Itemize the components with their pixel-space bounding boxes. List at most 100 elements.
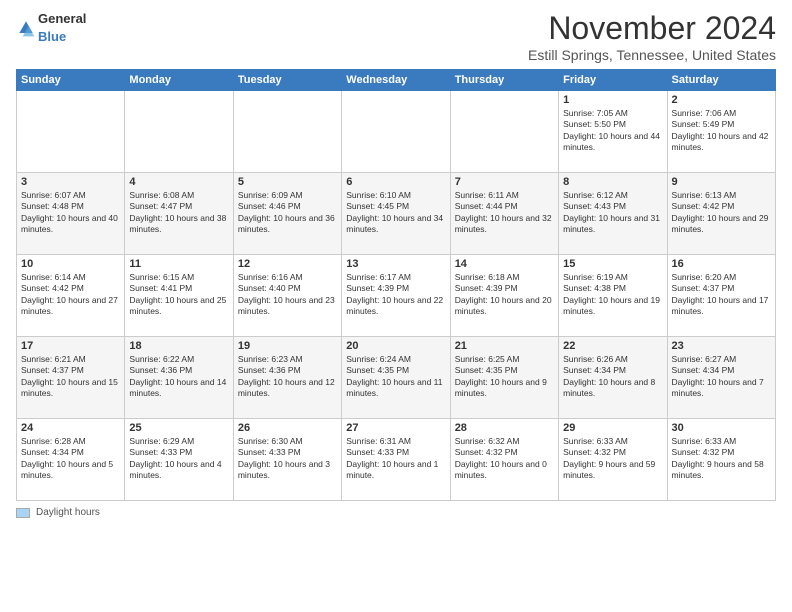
location-title: Estill Springs, Tennessee, United States <box>528 47 776 63</box>
cell-info: Sunrise: 6:21 AM Sunset: 4:37 PM Dayligh… <box>21 354 120 400</box>
calendar-cell: 13 Sunrise: 6:17 AM Sunset: 4:39 PM Dayli… <box>342 255 450 337</box>
calendar-cell <box>233 91 341 173</box>
day-number: 14 <box>455 258 554 270</box>
calendar-cell: 18Sunrise: 6:22 AM Sunset: 4:36 PM Dayli… <box>125 337 233 419</box>
calendar-cell: 25 Sunrise: 6:29 AM Sunset: 4:33 PM Dayli… <box>125 419 233 501</box>
day-number: 7 <box>455 176 554 188</box>
weekday-header-saturday: Saturday <box>667 70 775 91</box>
month-title: November 2024 <box>528 10 776 47</box>
day-number: 28 <box>455 422 554 434</box>
calendar-cell: 21 Sunrise: 6:25 AM Sunset: 4:35 PM Dayli… <box>450 337 558 419</box>
calendar: SundayMondayTuesdayWednesdayThursdayFrid… <box>16 69 776 501</box>
calendar-cell: 7 Sunrise: 6:11 AM Sunset: 4:44 PM Daylig… <box>450 173 558 255</box>
calendar-cell: 6 Sunrise: 6:10 AM Sunset: 4:45 PM Daylig… <box>342 173 450 255</box>
day-number: 18 <box>129 340 228 352</box>
day-number: 1 <box>563 94 662 106</box>
page: General Blue November 2024 Estill Spring… <box>0 0 792 612</box>
calendar-cell: 24 Sunrise: 6:28 AM Sunset: 4:34 PM Dayli… <box>17 419 125 501</box>
cell-info: Sunrise: 6:31 AM Sunset: 4:33 PM Dayligh… <box>346 436 445 482</box>
calendar-body: 1 Sunrise: 7:05 AM Sunset: 5:50 PM Daylig… <box>17 91 776 501</box>
cell-info: Sunrise: 6:28 AM Sunset: 4:34 PM Dayligh… <box>21 436 120 482</box>
cell-info: Sunrise: 7:06 AM Sunset: 5:49 PM Dayligh… <box>672 108 771 154</box>
logo-icon <box>16 18 36 38</box>
day-number: 9 <box>672 176 771 188</box>
calendar-cell: 20Sunrise: 6:24 AM Sunset: 4:35 PM Dayli… <box>342 337 450 419</box>
day-number: 29 <box>563 422 662 434</box>
day-number: 6 <box>346 176 445 188</box>
cell-info: Sunrise: 6:07 AM Sunset: 4:48 PM Dayligh… <box>21 190 120 236</box>
cell-info: Sunrise: 6:14 AM Sunset: 4:42 PM Dayligh… <box>21 272 120 318</box>
cell-info: Sunrise: 6:08 AM Sunset: 4:47 PM Dayligh… <box>129 190 228 236</box>
day-number: 22 <box>563 340 662 352</box>
weekday-header-sunday: Sunday <box>17 70 125 91</box>
logo-general: General <box>38 11 86 26</box>
day-number: 13 <box>346 258 445 270</box>
cell-info: Sunrise: 6:11 AM Sunset: 4:44 PM Dayligh… <box>455 190 554 236</box>
cell-info: Sunrise: 6:32 AM Sunset: 4:32 PM Dayligh… <box>455 436 554 482</box>
logo: General Blue <box>16 10 86 46</box>
day-number: 5 <box>238 176 337 188</box>
weekday-header-monday: Monday <box>125 70 233 91</box>
day-number: 11 <box>129 258 228 270</box>
week-row-5: 24 Sunrise: 6:28 AM Sunset: 4:34 PM Dayli… <box>17 419 776 501</box>
day-number: 16 <box>672 258 771 270</box>
calendar-cell: 2 Sunrise: 7:06 AM Sunset: 5:49 PM Daylig… <box>667 91 775 173</box>
calendar-cell: 1 Sunrise: 7:05 AM Sunset: 5:50 PM Daylig… <box>559 91 667 173</box>
calendar-cell: 12Sunrise: 6:16 AM Sunset: 4:40 PM Dayli… <box>233 255 341 337</box>
cell-info: Sunrise: 6:19 AM Sunset: 4:38 PM Dayligh… <box>563 272 662 318</box>
day-number: 26 <box>238 422 337 434</box>
day-number: 15 <box>563 258 662 270</box>
day-number: 17 <box>21 340 120 352</box>
calendar-cell: 9Sunrise: 6:13 AM Sunset: 4:42 PM Daylig… <box>667 173 775 255</box>
legend-label: Daylight hours <box>36 507 100 518</box>
cell-info: Sunrise: 6:16 AM Sunset: 4:40 PM Dayligh… <box>238 272 337 318</box>
calendar-cell: 29 Sunrise: 6:33 AM Sunset: 4:32 PM Dayli… <box>559 419 667 501</box>
title-block: November 2024 Estill Springs, Tennessee,… <box>528 10 776 63</box>
day-number: 21 <box>455 340 554 352</box>
cell-info: Sunrise: 6:23 AM Sunset: 4:36 PM Dayligh… <box>238 354 337 400</box>
weekday-header-row: SundayMondayTuesdayWednesdayThursdayFrid… <box>17 70 776 91</box>
calendar-cell <box>17 91 125 173</box>
day-number: 2 <box>672 94 771 106</box>
week-row-1: 1 Sunrise: 7:05 AM Sunset: 5:50 PM Daylig… <box>17 91 776 173</box>
legend: Daylight hours <box>16 507 776 518</box>
calendar-cell <box>125 91 233 173</box>
cell-info: Sunrise: 6:29 AM Sunset: 4:33 PM Dayligh… <box>129 436 228 482</box>
calendar-cell: 22 Sunrise: 6:26 AM Sunset: 4:34 PM Dayli… <box>559 337 667 419</box>
day-number: 19 <box>238 340 337 352</box>
calendar-cell: 15 Sunrise: 6:19 AM Sunset: 4:38 PM Dayli… <box>559 255 667 337</box>
calendar-cell: 27 Sunrise: 6:31 AM Sunset: 4:33 PM Dayli… <box>342 419 450 501</box>
week-row-3: 10Sunrise: 6:14 AM Sunset: 4:42 PM Dayli… <box>17 255 776 337</box>
weekday-header-thursday: Thursday <box>450 70 558 91</box>
cell-info: Sunrise: 6:09 AM Sunset: 4:46 PM Dayligh… <box>238 190 337 236</box>
cell-info: Sunrise: 6:24 AM Sunset: 4:35 PM Dayligh… <box>346 354 445 400</box>
header: General Blue November 2024 Estill Spring… <box>16 10 776 63</box>
cell-info: Sunrise: 6:25 AM Sunset: 4:35 PM Dayligh… <box>455 354 554 400</box>
calendar-cell: 3Sunrise: 6:07 AM Sunset: 4:48 PM Daylig… <box>17 173 125 255</box>
day-number: 4 <box>129 176 228 188</box>
weekday-header-wednesday: Wednesday <box>342 70 450 91</box>
cell-info: Sunrise: 6:10 AM Sunset: 4:45 PM Dayligh… <box>346 190 445 236</box>
day-number: 24 <box>21 422 120 434</box>
cell-info: Sunrise: 7:05 AM Sunset: 5:50 PM Dayligh… <box>563 108 662 154</box>
week-row-4: 17 Sunrise: 6:21 AM Sunset: 4:37 PM Dayli… <box>17 337 776 419</box>
day-number: 25 <box>129 422 228 434</box>
cell-info: Sunrise: 6:33 AM Sunset: 4:32 PM Dayligh… <box>563 436 662 482</box>
calendar-cell: 8 Sunrise: 6:12 AM Sunset: 4:43 PM Daylig… <box>559 173 667 255</box>
cell-info: Sunrise: 6:12 AM Sunset: 4:43 PM Dayligh… <box>563 190 662 236</box>
logo-blue: Blue <box>38 29 66 44</box>
cell-info: Sunrise: 6:17 AM Sunset: 4:39 PM Dayligh… <box>346 272 445 318</box>
calendar-cell: 28 Sunrise: 6:32 AM Sunset: 4:32 PM Dayli… <box>450 419 558 501</box>
calendar-cell: 23Sunrise: 6:27 AM Sunset: 4:34 PM Dayli… <box>667 337 775 419</box>
calendar-cell: 30Sunrise: 6:33 AM Sunset: 4:32 PM Dayli… <box>667 419 775 501</box>
calendar-cell <box>450 91 558 173</box>
cell-info: Sunrise: 6:26 AM Sunset: 4:34 PM Dayligh… <box>563 354 662 400</box>
legend-box <box>16 508 30 518</box>
calendar-cell: 11Sunrise: 6:15 AM Sunset: 4:41 PM Dayli… <box>125 255 233 337</box>
cell-info: Sunrise: 6:33 AM Sunset: 4:32 PM Dayligh… <box>672 436 771 482</box>
weekday-header-friday: Friday <box>559 70 667 91</box>
cell-info: Sunrise: 6:18 AM Sunset: 4:39 PM Dayligh… <box>455 272 554 318</box>
day-number: 8 <box>563 176 662 188</box>
calendar-cell: 19 Sunrise: 6:23 AM Sunset: 4:36 PM Dayli… <box>233 337 341 419</box>
day-number: 27 <box>346 422 445 434</box>
